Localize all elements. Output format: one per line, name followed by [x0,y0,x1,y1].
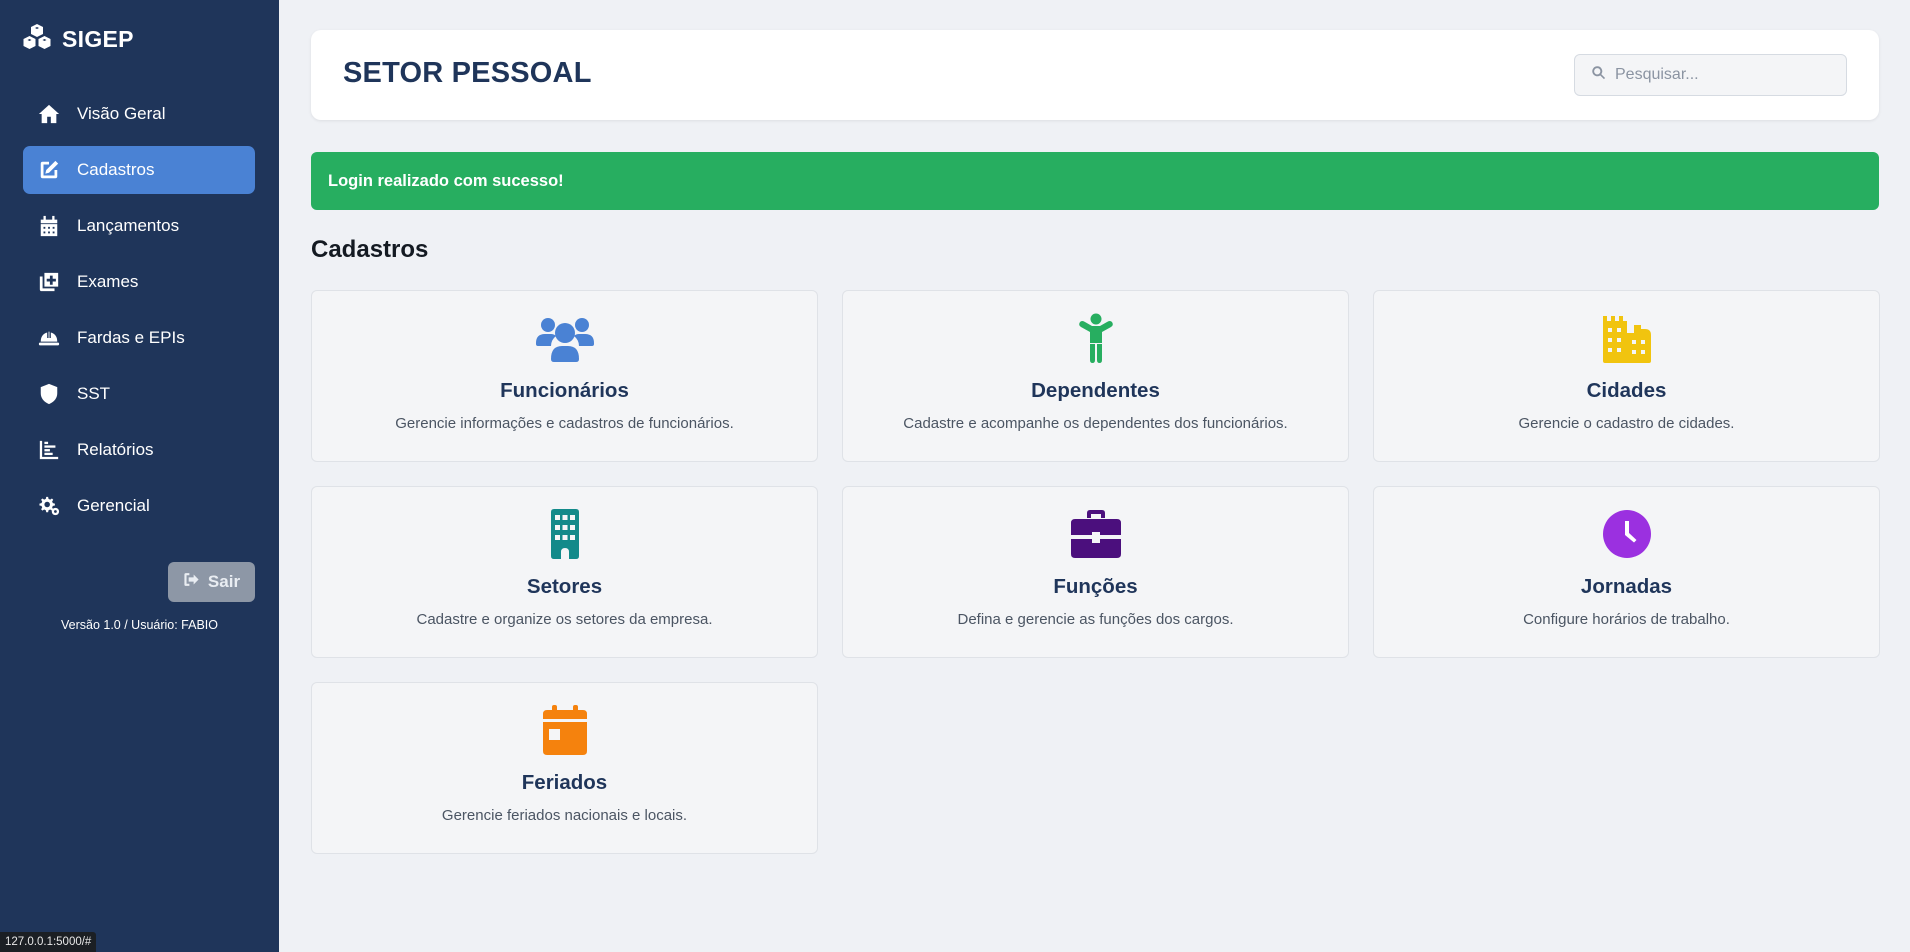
cards-grid: Funcionários Gerencie informações e cada… [311,290,1880,854]
search-icon [1591,65,1615,85]
search-box[interactable] [1574,54,1847,96]
sidebar-item-fardas-epis[interactable]: Fardas e EPIs [23,314,255,362]
status-bar-url: 127.0.0.1:5000/# [0,932,97,952]
home-icon [37,102,61,126]
card-title: Setores [526,575,603,598]
card-description: Defina e gerencie as funções dos cargos. [957,611,1234,628]
chart-icon [37,438,61,462]
card-feriados[interactable]: Feriados Gerencie feriados nacionais e l… [311,682,818,854]
card-description: Gerencie informações e cadastros de func… [395,415,734,432]
alert-message: Login realizado com sucesso! [328,171,564,190]
success-alert: Login realizado com sucesso! [311,152,1879,210]
logout-label: Sair [207,572,241,591]
child-icon [1065,313,1127,363]
cubes-logo-icon [22,24,52,55]
sidebar-item-visao-geral[interactable]: Visão Geral [23,90,255,138]
sidebar-item-gerencial[interactable]: Gerencial [23,482,255,530]
sidebar-item-label: Exames [77,272,139,291]
card-description: Gerencie o cadastro de cidades. [1518,415,1735,432]
page-title: SETOR PESSOAL [343,57,592,89]
sidebar-item-sst[interactable]: SST [23,370,255,418]
sidebar-item-label: Relatórios [77,440,154,459]
gears-icon [37,494,61,518]
card-title: Funções [1053,575,1138,598]
city-icon [1596,313,1658,363]
clock-icon [1596,509,1658,559]
sidebar-item-label: Visão Geral [77,104,166,123]
search-input[interactable] [1615,66,1835,84]
hard-hat-icon [37,326,61,350]
card-setores[interactable]: Setores Cadastre e organize os setores d… [311,486,818,658]
building-icon [534,509,596,559]
page-header: SETOR PESSOAL [311,30,1879,120]
users-icon [534,313,596,363]
version-info: Versão 1.0 / Usuário: FABIO [60,618,219,632]
sidebar-item-lancamentos[interactable]: Lançamentos [23,202,255,250]
sidebar-item-exames[interactable]: Exames [23,258,255,306]
section-title: Cadastros [311,236,429,263]
card-title: Cidades [1586,379,1667,402]
calendar-icon [37,214,61,238]
sidebar: SIGEP Visão Geral Cadastros Lançamentos … [0,0,279,952]
brand[interactable]: SIGEP [22,24,134,55]
sidebar-item-label: SST [77,384,111,403]
card-dependentes[interactable]: Dependentes Cadastre e acompanhe os depe… [842,290,1349,462]
sidebar-item-label: Cadastros [77,160,155,179]
sidebar-item-label: Lançamentos [77,216,180,235]
card-funcoes[interactable]: Funções Defina e gerencie as funções dos… [842,486,1349,658]
card-description: Cadastre e organize os setores da empres… [416,611,713,628]
card-description: Gerencie feriados nacionais e locais. [441,807,688,824]
sidebar-item-label: Fardas e EPIs [77,328,185,347]
sidebar-item-label: Gerencial [77,496,150,515]
card-title: Jornadas [1580,575,1673,598]
logout-button[interactable]: Sair [168,562,255,602]
card-jornadas[interactable]: Jornadas Configure horários de trabalho. [1373,486,1880,658]
card-cidades[interactable]: Cidades Gerencie o cadastro de cidades. [1373,290,1880,462]
sign-out-icon [183,571,200,593]
card-title: Dependentes [1031,379,1160,402]
card-description: Configure horários de trabalho. [1523,611,1730,628]
card-funcionarios[interactable]: Funcionários Gerencie informações e cada… [311,290,818,462]
card-title: Funcionários [500,379,629,402]
shield-icon [37,382,61,406]
sidebar-item-relatorios[interactable]: Relatórios [23,426,255,474]
sidebar-item-cadastros[interactable]: Cadastros [23,146,255,194]
brand-name: SIGEP [62,26,134,52]
card-description: Cadastre e acompanhe os dependentes dos … [903,415,1288,432]
edit-icon [37,158,61,182]
calendar-day-icon [534,705,596,755]
sidebar-nav: Visão Geral Cadastros Lançamentos Exames… [23,90,255,538]
briefcase-icon [1065,509,1127,559]
medical-icon [37,270,61,294]
card-title: Feriados [521,771,608,794]
